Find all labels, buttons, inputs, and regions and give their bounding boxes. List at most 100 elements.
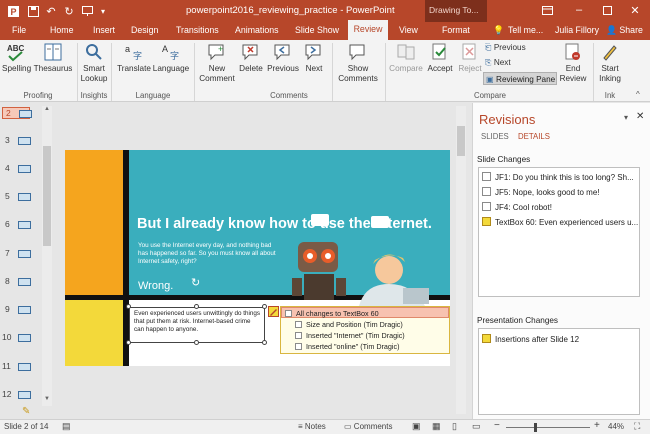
resize-handle[interactable] — [126, 304, 131, 309]
list-item[interactable]: JF5: Nope, looks good to me! — [482, 187, 638, 197]
tab-file[interactable]: File — [12, 25, 26, 35]
tab-format[interactable]: Format — [442, 25, 470, 35]
tab-design[interactable]: Design — [131, 25, 158, 35]
resize-handle[interactable] — [126, 340, 131, 345]
fit-to-window-icon[interactable]: ⛶ — [634, 421, 640, 432]
close-pane-icon[interactable]: ✕ — [636, 111, 644, 122]
tab-insert[interactable]: Insert — [93, 25, 115, 35]
smart-lookup-button[interactable]: Smart Lookup — [80, 42, 108, 84]
previous-change-button[interactable]: ⎗ Previous — [485, 43, 526, 53]
checkbox-all-changes[interactable] — [285, 310, 292, 317]
close-window-icon[interactable]: ✕ — [628, 3, 642, 17]
checkbox[interactable] — [482, 172, 491, 181]
spelling-status-icon[interactable]: ▤ — [62, 421, 71, 432]
resize-handle[interactable] — [262, 304, 267, 309]
zoom-in-icon[interactable]: + — [594, 420, 600, 431]
tab-review[interactable]: Review — [348, 20, 388, 40]
change-marker-icon[interactable]: ✎ — [22, 406, 30, 417]
resize-handle[interactable] — [194, 304, 199, 309]
pane-options-icon[interactable]: ▾ — [624, 113, 628, 122]
slide-sorter-icon[interactable]: ▦ — [432, 421, 441, 432]
resize-handle[interactable] — [194, 340, 199, 345]
language-button[interactable]: A字 Language — [152, 42, 190, 74]
delete-comment-button[interactable]: Delete — [236, 42, 266, 74]
show-comments-button[interactable]: Show Comments — [336, 42, 380, 84]
checkbox[interactable] — [295, 343, 302, 350]
zoom-slider-thumb[interactable] — [534, 423, 537, 432]
new-comment-button[interactable]: + New Comment — [197, 42, 237, 84]
list-item[interactable]: TextBox 60: Even experienced users u... — [482, 217, 638, 227]
slide-wrong-text[interactable]: Wrong. — [138, 280, 173, 292]
save-icon[interactable] — [26, 4, 40, 18]
slide-scrollbar[interactable] — [456, 106, 466, 414]
zoom-out-icon[interactable]: − — [494, 420, 500, 431]
scroll-down-icon[interactable]: ▼ — [43, 396, 51, 404]
translate-button[interactable]: a字 Translate — [115, 42, 153, 74]
tab-home[interactable]: Home — [50, 25, 73, 35]
customize-toolbar-icon[interactable]: ▾ — [96, 4, 110, 18]
popup-header[interactable]: All changes to TextBox 60 — [281, 307, 449, 318]
ribbon-options-icon[interactable] — [540, 3, 554, 17]
scroll-up-icon[interactable]: ▲ — [43, 106, 51, 114]
slide-headline[interactable]: But I already know how to use the Intern… — [137, 216, 447, 232]
notes-button[interactable]: ≡ Notes — [298, 422, 326, 431]
checkbox[interactable] — [482, 187, 491, 196]
list-item[interactable]: JF4: Cool robot! — [482, 202, 638, 212]
tab-view[interactable]: View — [399, 25, 418, 35]
accept-button[interactable]: Accept — [424, 42, 456, 74]
checkbox[interactable] — [482, 202, 491, 211]
tell-me-search[interactable]: Tell me... — [508, 25, 543, 35]
present-icon[interactable] — [80, 4, 94, 18]
tab-details[interactable]: DETAILS — [518, 132, 550, 141]
previous-comment-button[interactable]: Previous — [266, 42, 300, 74]
popup-change-item[interactable]: Inserted "online" (Tim Dragic) — [295, 342, 400, 351]
resize-handle[interactable] — [262, 340, 267, 345]
checkbox[interactable] — [295, 321, 302, 328]
start-inking-button[interactable]: Start Inking — [596, 42, 624, 84]
ribbon-divider — [194, 43, 195, 101]
end-review-button[interactable]: End Review — [558, 42, 588, 84]
change-marker-button[interactable] — [268, 306, 279, 317]
zoom-level[interactable]: 44% — [608, 422, 624, 431]
user-name[interactable]: Julia Fillory — [555, 25, 599, 35]
slide-body-text[interactable]: You use the Internet every day, and noth… — [138, 242, 278, 266]
reading-view-icon[interactable]: ▯ — [452, 421, 457, 432]
checkbox[interactable] — [295, 332, 302, 339]
collapse-ribbon-icon[interactable]: ^ — [636, 90, 640, 99]
group-label-comments: Comments — [270, 91, 308, 100]
thumbnail-slide-2[interactable]: 2 — [2, 107, 32, 119]
zoom-slider[interactable] — [506, 427, 590, 428]
thesaurus-button[interactable]: Thesaurus — [33, 42, 73, 74]
normal-view-icon[interactable]: ▣ — [412, 421, 421, 432]
tab-animations[interactable]: Animations — [235, 25, 279, 35]
undo-icon[interactable]: ↶ — [44, 4, 58, 18]
slide-show-icon[interactable]: ▭ — [472, 421, 481, 432]
redo-icon[interactable]: ↻ — [62, 4, 76, 18]
selected-textbox[interactable]: Even experienced users unwittingly do th… — [129, 307, 265, 343]
list-item[interactable]: Insertions after Slide 12 — [482, 334, 638, 344]
slide-canvas[interactable]: But I already know how to use the Intern… — [65, 150, 450, 366]
minimize-icon[interactable]: – — [572, 3, 586, 17]
reviewing-pane-button[interactable]: ▣ Reviewing Pane — [483, 72, 557, 85]
next-change-button[interactable]: ⎘ Next — [485, 58, 511, 68]
tab-slide-show[interactable]: Slide Show — [295, 25, 339, 35]
spelling-button[interactable]: ABC Spelling — [2, 42, 31, 74]
slide-thumbnail-image — [18, 137, 31, 145]
maximize-icon[interactable] — [600, 3, 614, 17]
tab-transitions[interactable]: Transitions — [176, 25, 219, 35]
scrollbar-thumb[interactable] — [43, 146, 51, 246]
slide-scrollbar-thumb[interactable] — [457, 126, 465, 156]
next-comment-button[interactable]: Next — [300, 42, 328, 74]
compare-button[interactable]: Compare — [388, 42, 424, 74]
tab-slides[interactable]: SLIDES — [481, 132, 509, 141]
list-item[interactable]: JF1: Do you think this is too long? Sh..… — [482, 172, 638, 182]
popup-change-item[interactable]: Inserted "Internet" (Tim Dragic) — [295, 331, 405, 340]
reviewing-pane-icon: ▣ — [486, 75, 494, 84]
reject-button[interactable]: Reject — [456, 42, 484, 74]
comments-button[interactable]: ▭ Comments — [344, 422, 392, 431]
thumbnail-scrollbar[interactable]: ▲ ▼ — [42, 106, 52, 406]
popup-change-item[interactable]: Size and Position (Tim Dragic) — [295, 320, 403, 329]
share-button[interactable]: 👤 Share — [606, 25, 643, 36]
title-bar: P ↶ ↻ ▾ powerpoint2016_reviewing_practic… — [0, 0, 650, 22]
rotate-handle-icon[interactable]: ↻ — [191, 276, 200, 289]
